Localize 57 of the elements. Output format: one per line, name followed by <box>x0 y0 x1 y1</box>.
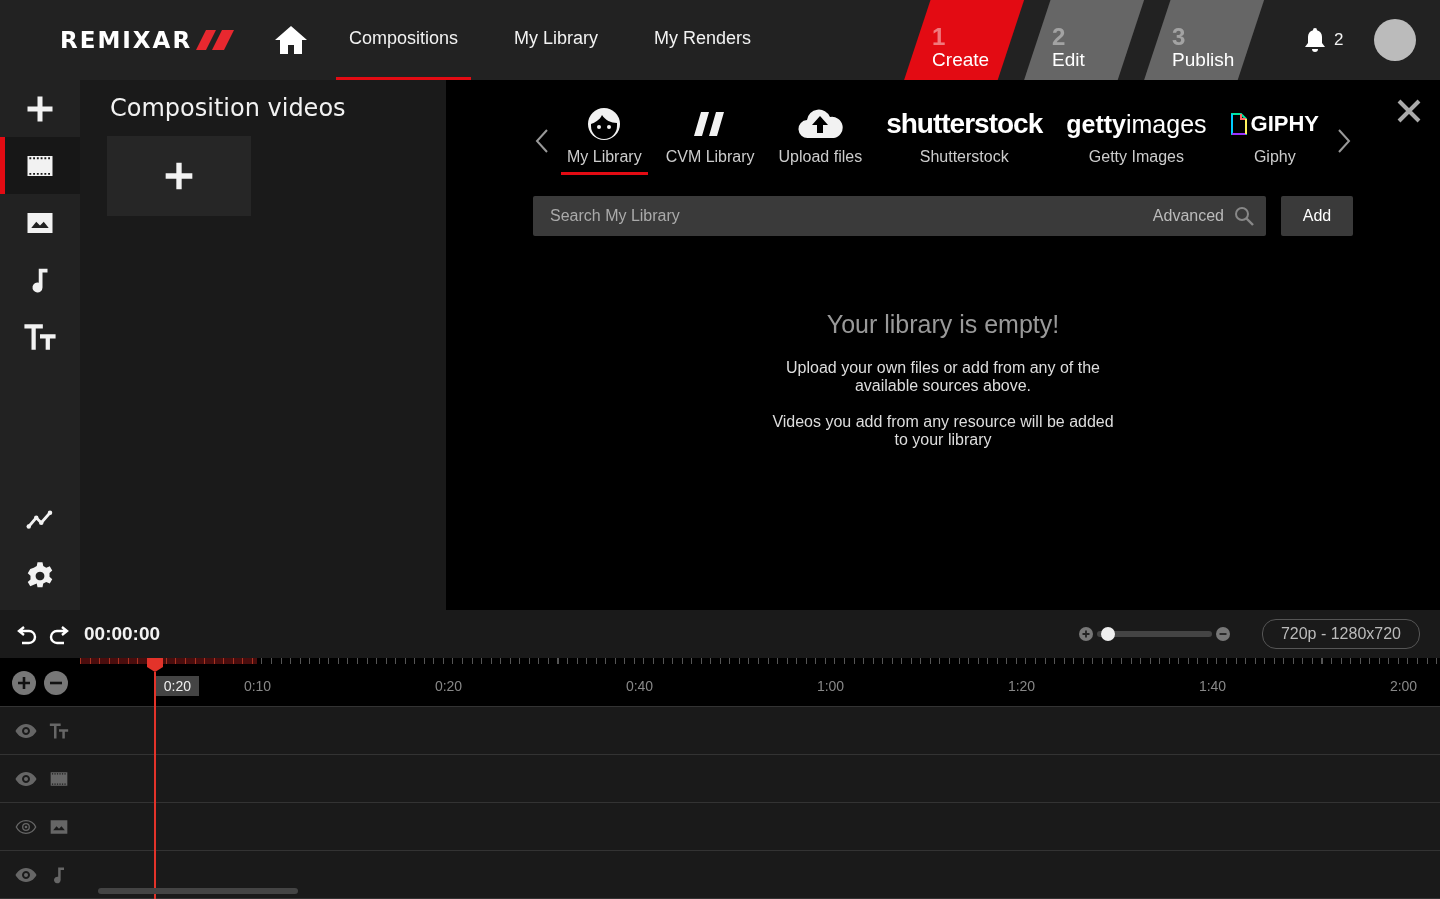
add-button[interactable]: Add <box>1281 196 1353 236</box>
source-tab[interactable]: Upload files <box>772 106 869 175</box>
panel-title: Composition videos <box>110 94 347 122</box>
slider-thumb[interactable] <box>1101 627 1116 641</box>
timecode: 00:00:00 <box>84 623 161 645</box>
zoom-out-icon[interactable] <box>1215 627 1230 641</box>
close-button[interactable] <box>1396 98 1422 124</box>
search-icon[interactable] <box>1234 206 1254 226</box>
undo-button[interactable] <box>16 623 38 645</box>
previous-button[interactable] <box>534 128 549 154</box>
next-button[interactable] <box>1337 128 1351 154</box>
eye-icon[interactable] <box>15 722 37 739</box>
bell-icon[interactable] <box>1304 27 1327 53</box>
tick-label: 0:40 <box>625 678 654 694</box>
resolution-selector[interactable]: 720p - 1280x720 <box>1261 619 1420 649</box>
source-tab[interactable]: My Library <box>560 106 648 175</box>
tick-label: 1:00 <box>816 678 845 694</box>
step-tab[interactable]: 1 Create <box>904 0 1025 80</box>
empty-title: Your library is empty! <box>825 310 1061 339</box>
playhead-time: 0:20 <box>155 676 200 696</box>
scrollbar[interactable] <box>98 888 298 894</box>
tick-label: 1:40 <box>1198 678 1227 694</box>
sidebar-button[interactable] <box>0 137 80 194</box>
home-icon[interactable] <box>274 25 308 55</box>
add-video-tile[interactable] <box>107 136 251 216</box>
source-tab[interactable]: gettyimages Getty Images <box>1060 106 1213 175</box>
notification-count: 2 <box>1334 30 1344 50</box>
step-tab[interactable]: 3 Publish <box>1144 0 1265 80</box>
zoom-in-icon[interactable] <box>1078 627 1093 641</box>
tick-label: 0:20 <box>434 678 463 694</box>
nav-tab[interactable]: My Renders <box>641 0 765 80</box>
brand-logo[interactable]: REMIXAR <box>60 27 237 53</box>
giphy-logo: GIPHY <box>1230 106 1319 142</box>
eye-icon[interactable] <box>15 818 37 835</box>
advanced-link[interactable]: Advanced <box>1152 207 1224 225</box>
search-field[interactable]: Search My Library Advanced <box>533 196 1266 236</box>
shutterstock-logo: shutterstock <box>886 107 1043 141</box>
getty-images-logo: gettyimages <box>1066 108 1207 140</box>
plus-icon <box>163 160 195 192</box>
empty-message: Upload your own files or add from any of the available sources above. <box>785 359 1101 395</box>
eye-icon[interactable] <box>15 866 37 883</box>
source-tab[interactable]: GIPHY Giphy <box>1224 106 1325 175</box>
step-tab[interactable]: 2 Edit <box>1024 0 1145 80</box>
tick-label: 0:10 <box>243 678 272 694</box>
avatar[interactable] <box>1373 19 1416 61</box>
source-tab[interactable]: CVM Library <box>659 106 761 175</box>
tick-label: 2:00 <box>1389 678 1418 694</box>
redo-button[interactable] <box>48 623 70 645</box>
remove-track-icon[interactable] <box>44 671 68 695</box>
add-track-icon[interactable] <box>12 671 36 695</box>
empty-message: Videos you add from any resource will be added to your library <box>771 413 1115 449</box>
face-icon <box>586 106 623 142</box>
eye-icon[interactable] <box>15 770 37 787</box>
tick-label: 1:20 <box>1007 678 1036 694</box>
nav-tab[interactable]: My Library <box>501 0 612 80</box>
source-tab[interactable]: shutterstock Shutterstock <box>880 106 1049 175</box>
playhead-handle[interactable] <box>146 658 163 672</box>
